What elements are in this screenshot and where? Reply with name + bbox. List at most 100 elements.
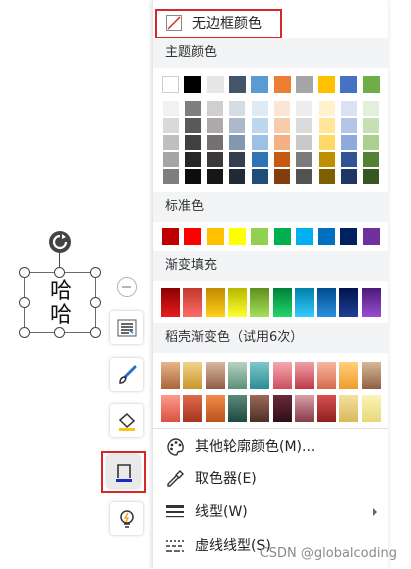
theme-shade-swatch[interactable]	[229, 169, 246, 184]
theme-color-swatch[interactable]	[362, 76, 380, 93]
line-type-item[interactable]: 线型(W)	[153, 496, 388, 528]
daoke-gradient-swatch[interactable]	[317, 395, 337, 422]
theme-color-swatch[interactable]	[162, 76, 179, 93]
theme-shade-swatch[interactable]	[296, 152, 313, 167]
daoke-gradient-swatch[interactable]	[227, 362, 247, 389]
gradient-fill-swatch[interactable]	[205, 288, 225, 317]
standard-color-swatch[interactable]	[251, 228, 269, 245]
effects-tool-button[interactable]	[110, 502, 143, 535]
theme-color-swatch[interactable]	[295, 76, 313, 93]
daoke-gradient-swatch[interactable]	[339, 362, 359, 389]
theme-shade-swatch[interactable]	[340, 118, 357, 133]
theme-shade-swatch[interactable]	[251, 101, 268, 116]
gradient-fill-swatch[interactable]	[161, 288, 180, 317]
resize-handle-ml[interactable]	[19, 297, 30, 308]
theme-shade-swatch[interactable]	[229, 152, 246, 167]
gradient-fill-swatch[interactable]	[294, 288, 314, 317]
daoke-gradient-swatch[interactable]	[272, 395, 292, 422]
theme-shade-swatch[interactable]	[162, 101, 179, 116]
resize-handle-br[interactable]	[90, 327, 101, 338]
theme-color-swatch[interactable]	[184, 76, 202, 93]
theme-color-swatch[interactable]	[273, 76, 291, 93]
theme-shade-swatch[interactable]	[363, 101, 380, 116]
theme-shade-swatch[interactable]	[318, 169, 335, 184]
theme-shade-swatch[interactable]	[162, 135, 179, 150]
gradient-fill-swatch[interactable]	[227, 288, 247, 317]
resize-handle-bm[interactable]	[54, 327, 65, 338]
rotate-handle-icon[interactable]	[49, 231, 71, 253]
theme-shade-swatch[interactable]	[274, 101, 290, 116]
standard-color-swatch[interactable]	[295, 228, 313, 245]
daoke-gradient-swatch[interactable]	[294, 395, 314, 422]
theme-shade-swatch[interactable]	[229, 135, 246, 150]
theme-shade-swatch[interactable]	[184, 118, 201, 133]
theme-color-swatch[interactable]	[251, 76, 269, 93]
daoke-gradient-swatch[interactable]	[250, 362, 270, 389]
collapse-minus-icon[interactable]	[117, 277, 137, 297]
standard-color-swatch[interactable]	[228, 228, 246, 245]
daoke-gradient-swatch[interactable]	[227, 395, 247, 422]
outline-tool-button[interactable]	[107, 455, 140, 488]
daoke-gradient-swatch[interactable]	[272, 362, 292, 389]
theme-color-swatch[interactable]	[340, 76, 358, 93]
daoke-gradient-swatch[interactable]	[161, 395, 180, 422]
brush-tool-button[interactable]	[110, 358, 143, 391]
daoke-gradient-swatch[interactable]	[294, 362, 314, 389]
text-layout-tool-button[interactable]	[110, 311, 143, 344]
theme-shade-swatch[interactable]	[251, 118, 268, 133]
gradient-fill-swatch[interactable]	[250, 288, 270, 317]
theme-shade-swatch[interactable]	[363, 135, 380, 150]
resize-handle-tm[interactable]	[54, 267, 65, 278]
theme-shade-swatch[interactable]	[296, 135, 313, 150]
gradient-fill-swatch[interactable]	[183, 288, 203, 317]
daoke-gradient-swatch[interactable]	[361, 395, 381, 422]
more-outline-colors-item[interactable]: 其他轮廓颜色(M)...	[153, 431, 388, 463]
daoke-gradient-swatch[interactable]	[183, 362, 203, 389]
standard-color-swatch[interactable]	[318, 228, 336, 245]
daoke-gradient-swatch[interactable]	[205, 362, 225, 389]
standard-color-swatch[interactable]	[162, 228, 179, 245]
theme-shade-swatch[interactable]	[318, 152, 335, 167]
daoke-gradient-swatch[interactable]	[317, 362, 337, 389]
gradient-fill-swatch[interactable]	[339, 288, 359, 317]
resize-handle-tr[interactable]	[90, 267, 101, 278]
theme-shade-swatch[interactable]	[162, 118, 179, 133]
theme-shade-swatch[interactable]	[207, 101, 224, 116]
theme-shade-swatch[interactable]	[340, 152, 357, 167]
theme-shade-swatch[interactable]	[296, 169, 313, 184]
gradient-fill-swatch[interactable]	[361, 288, 381, 317]
theme-shade-swatch[interactable]	[162, 169, 179, 184]
theme-shade-swatch[interactable]	[296, 118, 313, 133]
daoke-gradient-swatch[interactable]	[161, 362, 180, 389]
theme-shade-swatch[interactable]	[184, 169, 201, 184]
theme-shade-swatch[interactable]	[296, 101, 313, 116]
theme-shade-swatch[interactable]	[274, 152, 290, 167]
gradient-fill-swatch[interactable]	[272, 288, 292, 317]
theme-shade-swatch[interactable]	[318, 135, 335, 150]
resize-handle-bl[interactable]	[19, 327, 30, 338]
theme-shade-swatch[interactable]	[184, 101, 201, 116]
theme-shade-swatch[interactable]	[363, 152, 380, 167]
theme-shade-swatch[interactable]	[340, 169, 357, 184]
theme-shade-swatch[interactable]	[184, 135, 201, 150]
theme-shade-swatch[interactable]	[162, 152, 179, 167]
theme-color-swatch[interactable]	[206, 76, 224, 93]
resize-handle-mr[interactable]	[90, 297, 101, 308]
theme-shade-swatch[interactable]	[229, 118, 246, 133]
theme-shade-swatch[interactable]	[274, 169, 290, 184]
theme-shade-swatch[interactable]	[207, 152, 224, 167]
theme-shade-swatch[interactable]	[340, 101, 357, 116]
theme-shade-swatch[interactable]	[207, 135, 224, 150]
gradient-fill-swatch[interactable]	[317, 288, 337, 317]
theme-shade-swatch[interactable]	[207, 118, 224, 133]
theme-shade-swatch[interactable]	[251, 135, 268, 150]
standard-color-swatch[interactable]	[362, 228, 380, 245]
theme-shade-swatch[interactable]	[363, 169, 380, 184]
theme-color-swatch[interactable]	[228, 76, 246, 93]
theme-shade-swatch[interactable]	[274, 118, 290, 133]
no-border-color-item[interactable]	[155, 9, 282, 39]
theme-shade-swatch[interactable]	[318, 101, 335, 116]
daoke-gradient-swatch[interactable]	[205, 395, 225, 422]
theme-shade-swatch[interactable]	[274, 135, 290, 150]
text-box-content[interactable]: 哈 哈	[44, 280, 78, 328]
